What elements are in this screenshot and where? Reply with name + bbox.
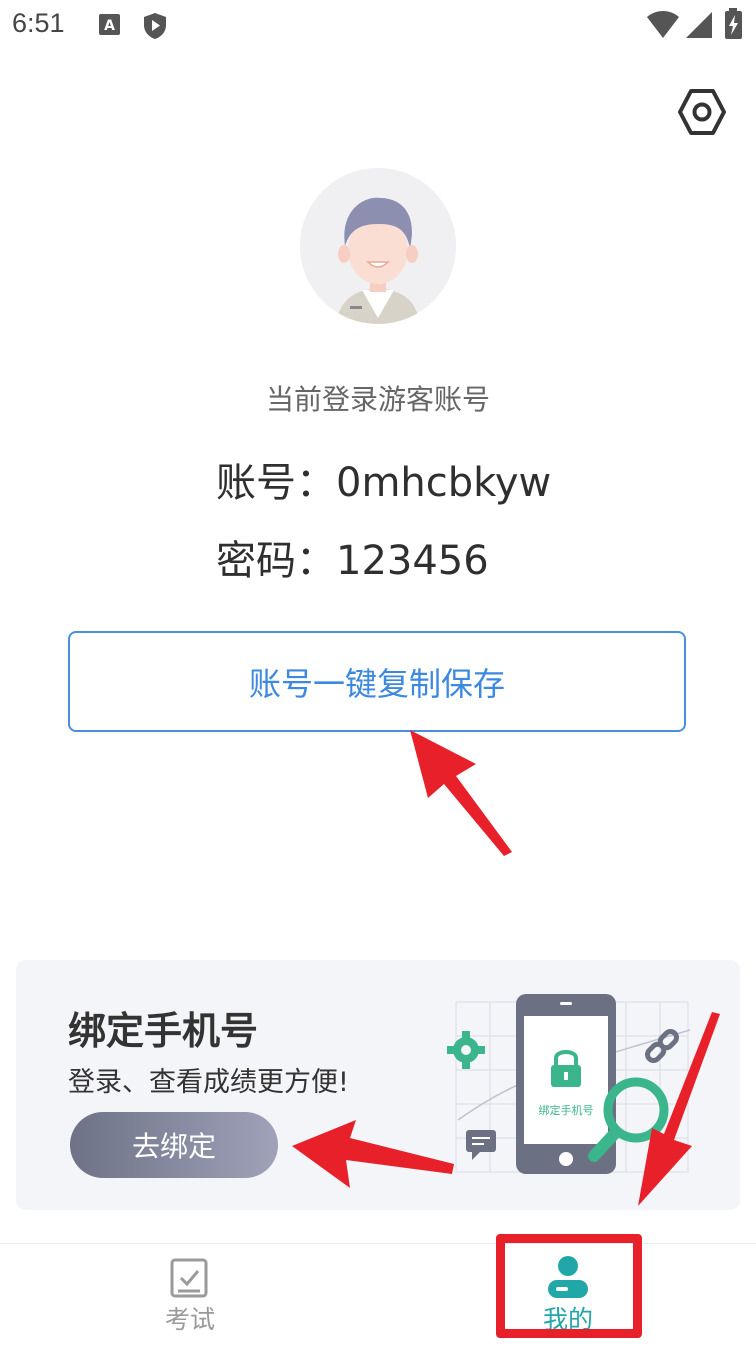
password-row: 密码：123456 bbox=[216, 528, 489, 586]
password-label: 密码： bbox=[216, 538, 336, 584]
settings-hexagon-icon bbox=[678, 89, 726, 135]
red-arrow-annotation bbox=[410, 730, 512, 856]
chat-bubble-icon bbox=[466, 1130, 496, 1160]
wifi-icon bbox=[647, 11, 679, 38]
exam-icon bbox=[170, 1258, 208, 1298]
account-value: 0mhcbkyw bbox=[336, 460, 552, 506]
svg-text:A: A bbox=[104, 18, 115, 34]
avatar[interactable] bbox=[300, 168, 456, 324]
phone-binding-illustration: 绑定手机号 bbox=[447, 994, 691, 1174]
status-time: 6:51 bbox=[12, 8, 65, 38]
keyboard-a-icon: A bbox=[99, 14, 120, 35]
bottom-tab-bar: 考试 我的 bbox=[0, 1243, 756, 1346]
signal-icon bbox=[686, 12, 712, 38]
battery-charging-icon bbox=[725, 8, 742, 39]
avatar-illustration bbox=[300, 168, 456, 324]
link-icon bbox=[645, 1029, 679, 1063]
guest-account-caption: 当前登录游客账号 bbox=[265, 383, 490, 416]
account-label: 账号： bbox=[216, 460, 336, 506]
password-value: 123456 bbox=[336, 538, 489, 584]
tab-exam[interactable]: 考试 bbox=[120, 1244, 260, 1344]
tab-mine-label: 我的 bbox=[542, 1305, 593, 1334]
gear-icon bbox=[447, 1031, 485, 1069]
illustration-label: 绑定手机号 bbox=[539, 1103, 594, 1117]
go-bind-button[interactable]: 去绑定 bbox=[70, 1112, 278, 1178]
copy-save-account-button[interactable]: 账号一键复制保存 bbox=[68, 631, 686, 732]
bind-phone-card: 绑定手机号 登录、查看成绩更方便! 去绑定 绑定手机号 bbox=[16, 960, 740, 1210]
bind-phone-subtitle: 登录、查看成绩更方便! bbox=[68, 1067, 349, 1098]
person-icon bbox=[548, 1256, 588, 1298]
settings-button[interactable] bbox=[676, 86, 728, 138]
bind-phone-title: 绑定手机号 bbox=[68, 1009, 259, 1053]
play-protect-icon bbox=[144, 13, 166, 39]
tab-exam-label: 考试 bbox=[164, 1305, 215, 1334]
account-row: 账号：0mhcbkyw bbox=[216, 450, 551, 508]
status-bar: 6:51 A bbox=[0, 0, 756, 52]
tab-mine[interactable]: 我的 bbox=[498, 1244, 638, 1344]
